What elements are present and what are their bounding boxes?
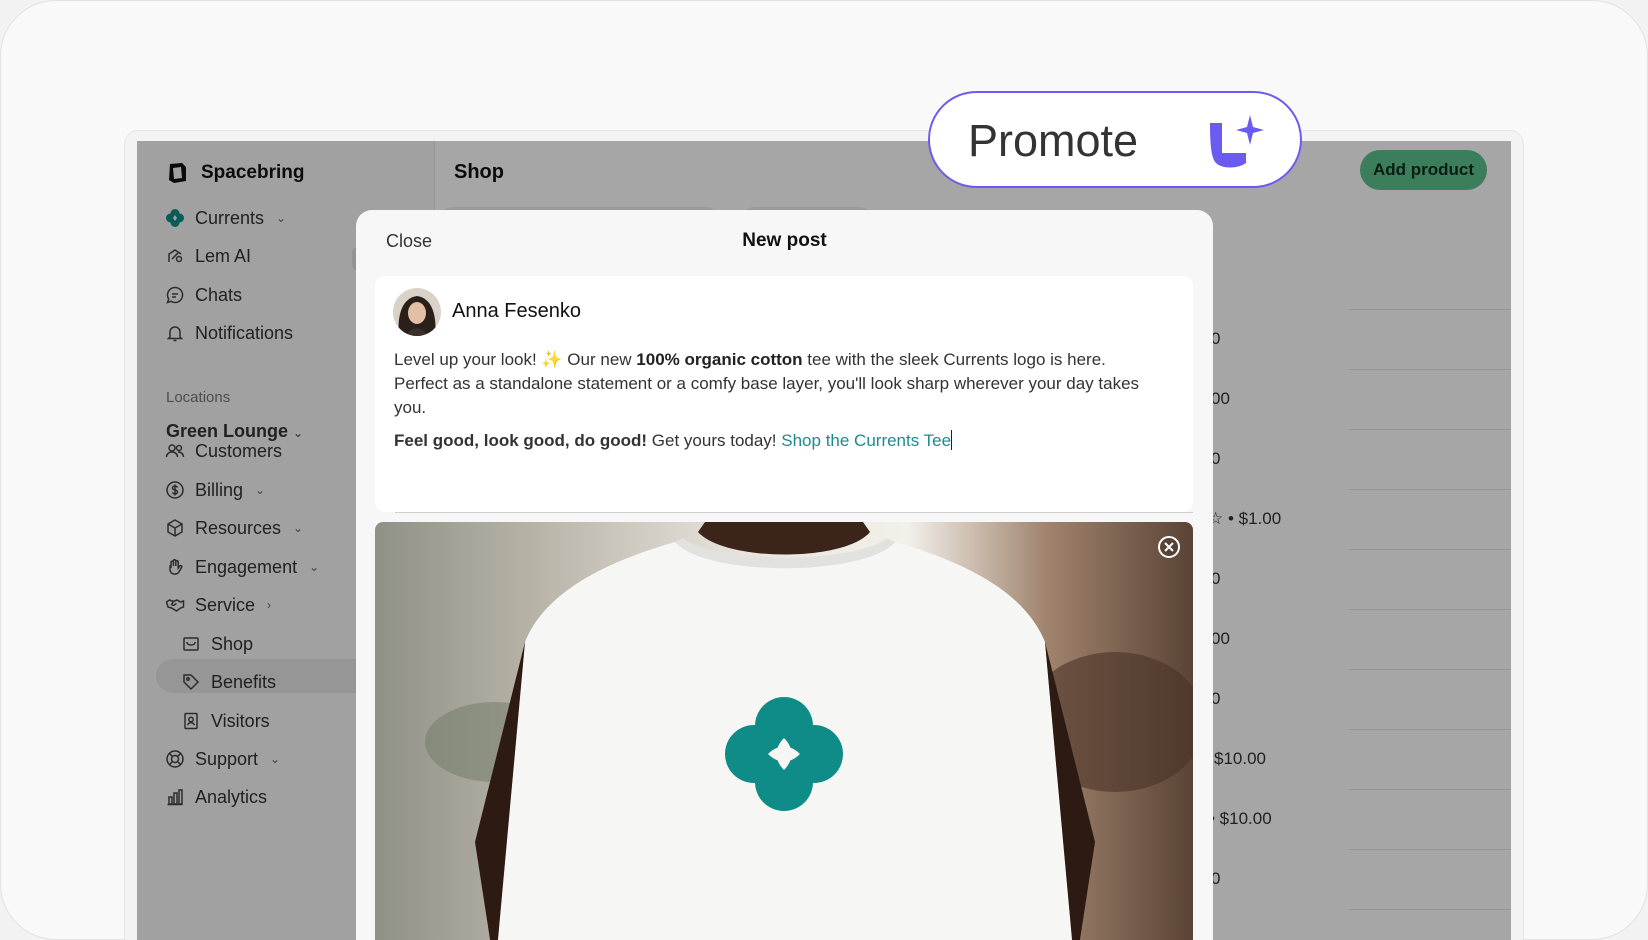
text-cursor: [951, 430, 953, 450]
post-cta-text: Get yours today!: [647, 431, 782, 450]
promote-label: Promote: [968, 115, 1139, 166]
avatar: [393, 288, 441, 336]
post-cta[interactable]: Feel good, look good, do good! Get yours…: [394, 430, 953, 451]
composer-divider: [395, 512, 1193, 513]
post-image: [375, 522, 1193, 940]
post-cta-bold: Feel good, look good, do good!: [394, 431, 648, 450]
modal-title: New post: [742, 230, 827, 251]
sparkle-icon: [1210, 115, 1264, 168]
post-body-intro: Level up your look! ✨ Our new: [394, 350, 637, 369]
post-body[interactable]: Level up your look! ✨ Our new 100% organ…: [394, 348, 1164, 420]
tshirt-photo: [425, 522, 1193, 940]
post-body-bold: 100% organic cotton: [636, 350, 803, 369]
remove-image-icon[interactable]: [1157, 535, 1181, 559]
shop-link[interactable]: Shop the Currents Tee: [781, 431, 951, 450]
avatar-image: [393, 288, 441, 336]
new-post-modal: New post Close Anna Fesenko Level up you…: [356, 210, 1213, 940]
author-name: Anna Fesenko: [452, 300, 581, 322]
post-composer[interactable]: Anna Fesenko Level up your look! ✨ Our n…: [375, 276, 1193, 512]
close-button[interactable]: Close: [386, 231, 432, 252]
promote-button[interactable]: Promote: [928, 91, 1302, 188]
